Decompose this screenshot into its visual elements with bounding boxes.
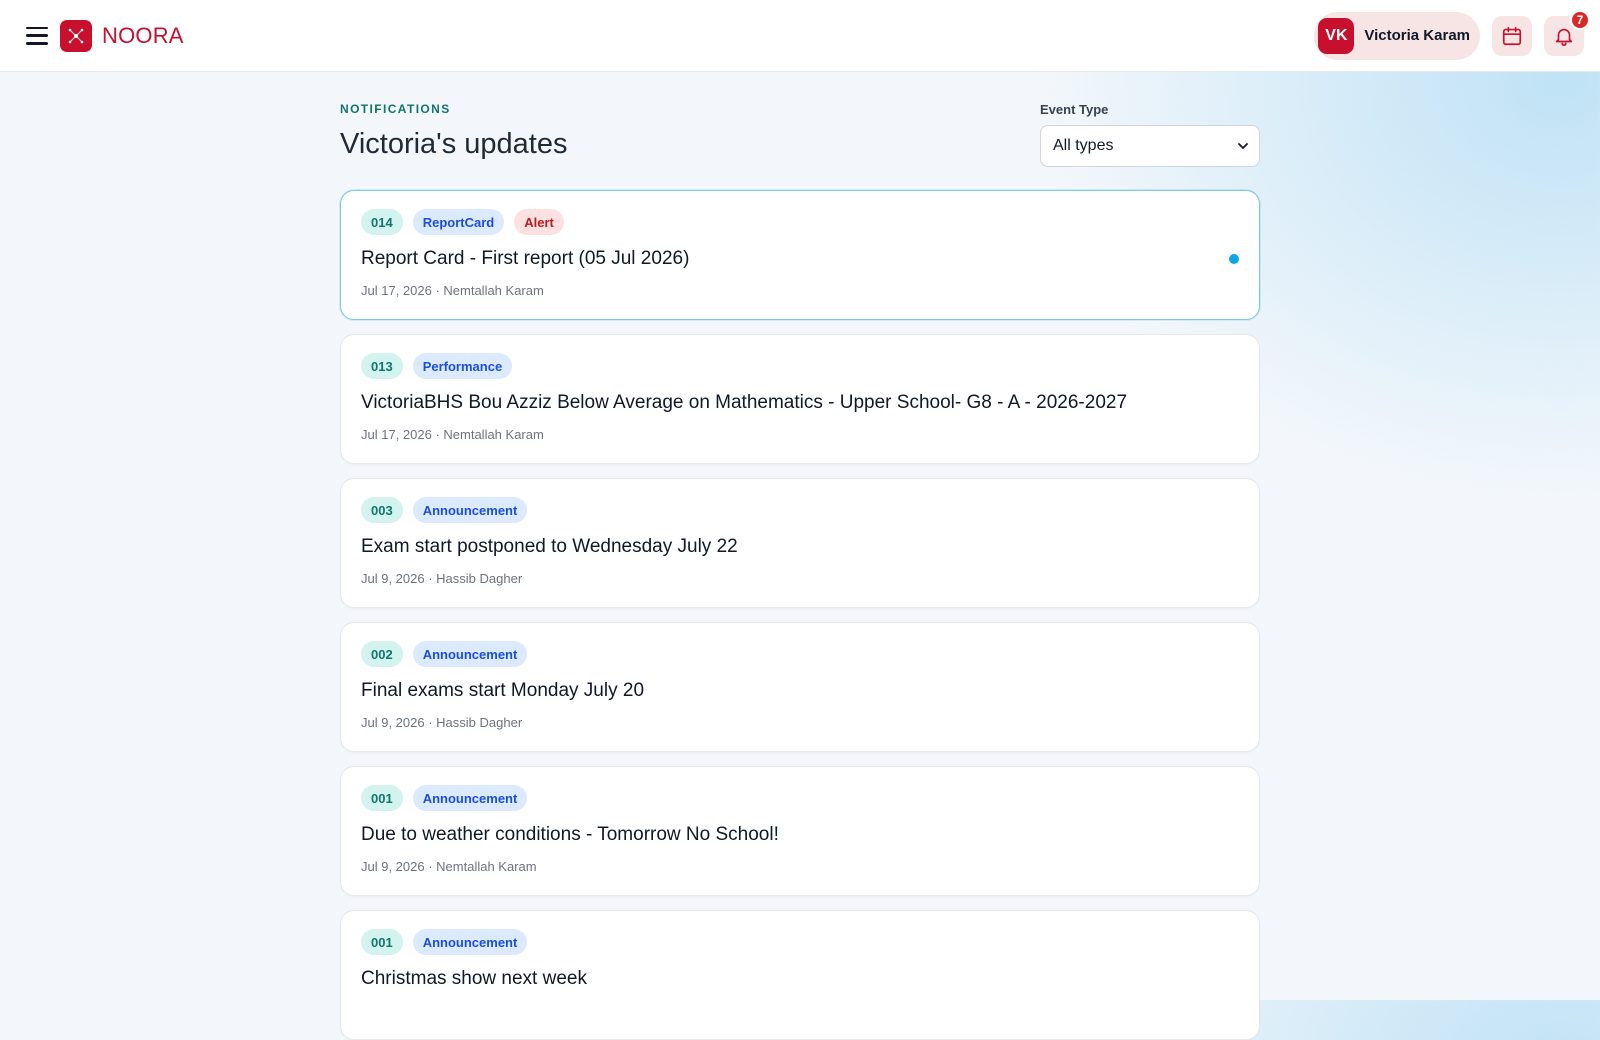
id-badge: 002	[361, 641, 403, 667]
notification-meta: Jul 9, 2026 · Hassib Dagher	[361, 715, 523, 730]
id-badge: 003	[361, 497, 403, 523]
notifications-button[interactable]: 7	[1544, 9, 1590, 56]
select-value: All types	[1053, 137, 1114, 154]
type-tag: Announcement	[412, 497, 528, 523]
user-name: Victoria Karam	[1364, 27, 1470, 44]
notification-meta: Jul 9, 2026 · Hassib Dagher	[361, 571, 523, 586]
id-badge: 001	[361, 785, 403, 811]
notification-title: Christmas show next week	[361, 968, 587, 989]
logo-icon[interactable]	[60, 19, 92, 52]
id-badge: 014	[361, 209, 403, 235]
notification-card[interactable]: 003 Announcement Exam start postponed to…	[340, 478, 1260, 608]
page-eyebrow: NOTIFICATIONS	[340, 102, 451, 116]
notification-card[interactable]: 001 Announcement Christmas show next wee…	[340, 910, 1260, 1040]
notification-card[interactable]: 013 Performance VictoriaBHS Bou Azziz Be…	[340, 334, 1260, 464]
menu-icon[interactable]	[26, 26, 48, 45]
event-type-filter: Event Type All types	[1040, 102, 1260, 167]
event-type-select[interactable]: All types	[1040, 125, 1260, 167]
tag-row: 002 Announcement	[361, 641, 1239, 667]
type-tag: Announcement	[412, 641, 528, 667]
filter-label: Event Type	[1040, 102, 1109, 117]
header-tools: VK Victoria Karam 7	[1314, 9, 1590, 60]
alert-tag: Alert	[514, 209, 564, 235]
id-badge: 013	[361, 353, 403, 379]
tag-row: 014 ReportCard Alert	[361, 209, 1239, 235]
top-bar: NOORA VK Victoria Karam 7	[0, 0, 1600, 72]
notification-title: Final exams start Monday July 20	[361, 680, 645, 701]
calendar-icon	[1502, 26, 1522, 45]
notification-count-badge: 7	[1570, 9, 1590, 30]
notification-meta: Jul 17, 2026 · Nemtallah Karam	[361, 427, 544, 442]
calendar-button[interactable]	[1492, 15, 1532, 56]
notification-title: Report Card - First report (05 Jul 2026)	[361, 248, 690, 269]
notification-list: 014 ReportCard Alert Report Card - First…	[340, 190, 1260, 1040]
chevron-down-icon	[1238, 143, 1248, 149]
title-group: NOTIFICATIONS Victoria's updates	[340, 102, 567, 161]
user-menu-button[interactable]: VK Victoria Karam	[1314, 11, 1480, 60]
type-tag: Performance	[412, 353, 513, 379]
type-tag: Announcement	[412, 785, 528, 811]
notification-card[interactable]: 002 Announcement Final exams start Monda…	[340, 622, 1260, 752]
bell-icon	[1555, 28, 1573, 46]
notification-meta: Jul 17, 2026 · Nemtallah Karam	[361, 283, 544, 298]
notification-card[interactable]: 014 ReportCard Alert Report Card - First…	[340, 190, 1260, 320]
notification-meta: Jul 9, 2026 · Nemtallah Karam	[361, 859, 537, 874]
notification-title: Due to weather conditions - Tomorrow No …	[361, 824, 779, 845]
main-content: NOTIFICATIONS Victoria's updates Event T…	[340, 72, 1260, 1040]
brand-name[interactable]: NOORA	[102, 23, 184, 49]
tag-row: 003 Announcement	[361, 497, 1239, 523]
type-tag: ReportCard	[412, 209, 505, 235]
tag-row: 001 Announcement	[361, 785, 1239, 811]
avatar: VK	[1318, 17, 1355, 54]
unread-indicator	[1229, 254, 1239, 264]
page-header: NOTIFICATIONS Victoria's updates Event T…	[340, 72, 1260, 167]
page-title: Victoria's updates	[340, 128, 568, 160]
type-tag: Announcement	[412, 929, 528, 955]
id-badge: 001	[361, 929, 403, 955]
notification-title: Exam start postponed to Wednesday July 2…	[361, 536, 738, 557]
tag-row: 013 Performance	[361, 353, 1239, 379]
notification-title: VictoriaBHS Bou Azziz Below Average on M…	[361, 392, 1128, 413]
tag-row: 001 Announcement	[361, 929, 1239, 955]
notification-card[interactable]: 001 Announcement Due to weather conditio…	[340, 766, 1260, 896]
brand: NOORA	[26, 19, 184, 52]
